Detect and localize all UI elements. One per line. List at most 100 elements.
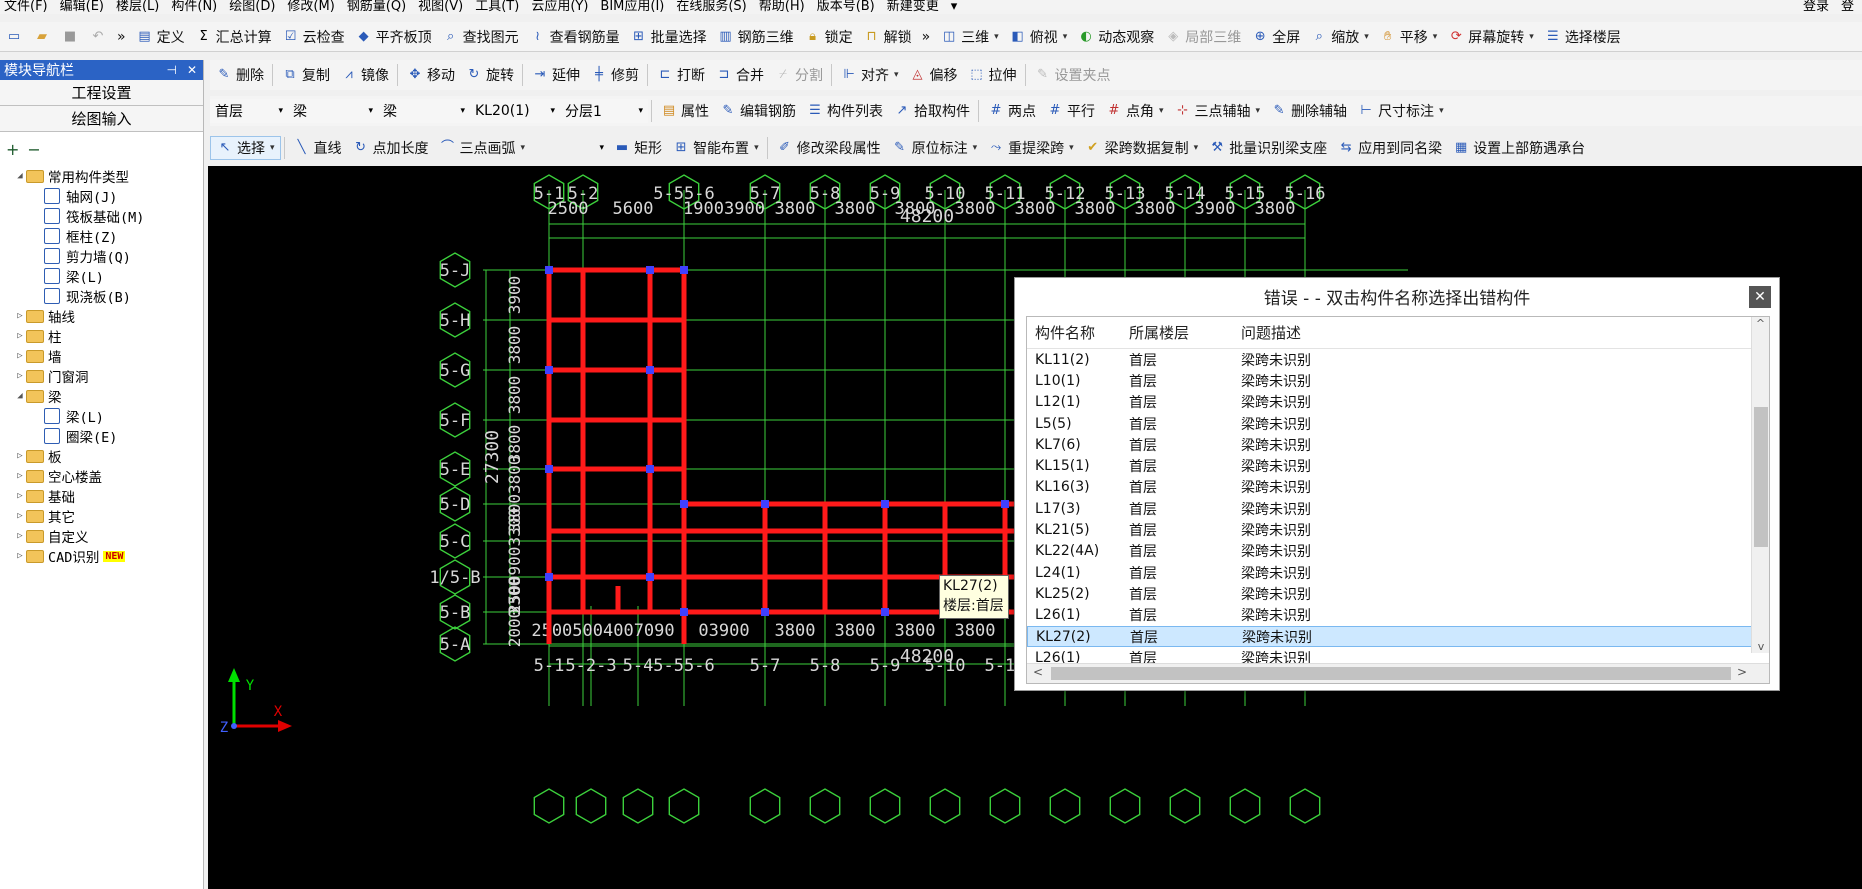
point-length-button[interactable]: ↻ 点加长度 [347,136,434,160]
tree-item[interactable]: 剪力墙(Q) [0,246,203,266]
scroll-down-icon[interactable]: v [1752,640,1769,653]
zoom-button[interactable]: ⌕ 缩放 ▾ [1305,25,1374,49]
header-description[interactable]: 问题描述 [1233,322,1769,343]
smart-layout-button[interactable]: ⊞ 智能布置 ▾ [667,136,764,160]
offset-button[interactable]: ◬ 偏移 [904,63,963,87]
define-button[interactable]: ▤ 定义 [131,25,190,49]
tree-item[interactable]: ▷ 基础 [0,486,203,506]
collapsed-icon[interactable]: ▷ [14,451,26,461]
new-file-button[interactable]: ▭ [0,25,28,49]
table-row[interactable]: L5(5) 首层 梁跨未识别 [1027,413,1769,434]
find-element-button[interactable]: ⌕ 查找图元 [437,25,524,49]
menu-bim[interactable]: BIM应用(I) [600,0,664,14]
table-row[interactable]: L12(1) 首层 梁跨未识别 [1027,392,1769,413]
layer-select[interactable]: 分层1 ▾ [560,99,648,123]
collapsed-icon[interactable]: ▷ [14,331,26,341]
dialog-close-button[interactable]: ✕ [1749,286,1771,308]
new-change-dropdown[interactable]: ▾ [951,0,958,14]
expanded-icon[interactable]: ◢ [14,171,26,181]
tree-item[interactable]: ▷ 板 [0,446,203,466]
move-button[interactable]: ✥ 移动 [401,63,460,87]
align-slab-button[interactable]: ◆ 平齐板顶 [350,25,437,49]
tree-item[interactable]: 梁(L) [0,406,203,426]
line-button[interactable]: ╲ 直线 [288,136,347,160]
header-component-name[interactable]: 构件名称 [1027,322,1121,343]
table-row[interactable]: KL22(4A) 首层 梁跨未识别 [1027,541,1769,562]
view-rebar-button[interactable]: ≀ 查看钢筋量 [524,25,625,49]
align-button[interactable]: ⊩ 对齐 ▾ [835,63,904,87]
summary-button[interactable]: Σ 汇总计算 [190,25,277,49]
rotate-button[interactable]: ↻ 旋转 [460,63,519,87]
rebar-3d-button[interactable]: ▥ 钢筋三维 [712,25,799,49]
table-row[interactable]: KL15(1) 首层 梁跨未识别 [1027,455,1769,476]
tree-item[interactable]: 框柱(Z) [0,226,203,246]
menu-floor[interactable]: 楼层(L) [116,0,159,14]
table-row[interactable]: L17(3) 首层 梁跨未识别 [1027,498,1769,519]
collapsed-icon[interactable]: ▷ [14,531,26,541]
apply-same-beam-button[interactable]: ⇆ 应用到同名梁 [1332,136,1447,160]
orbit-button[interactable]: ◐ 动态观察 [1072,25,1159,49]
close-icon[interactable]: ✕ [187,63,197,77]
undo-button[interactable]: ↶ [84,25,112,49]
table-row[interactable]: KL7(6) 首层 梁跨未识别 [1027,434,1769,455]
category-select[interactable]: 梁 ▾ [288,99,378,123]
expanded-icon[interactable]: ◢ [14,391,26,401]
tree-item[interactable]: 梁(L) [0,266,203,286]
project-settings-button[interactable]: 工程设置 [0,80,203,106]
collapsed-icon[interactable]: ▷ [14,491,26,501]
trim-button[interactable]: ╪ 修剪 [585,63,644,87]
menu-component[interactable]: 构件(N) [171,0,217,14]
table-row[interactable]: KL25(2) 首层 梁跨未识别 [1027,583,1769,604]
collapsed-icon[interactable]: ▷ [14,511,26,521]
tree-item[interactable]: 筏板基础(M) [0,206,203,226]
toolbar-more[interactable]: » [112,25,131,49]
tree-item[interactable]: 轴网(J) [0,186,203,206]
table-row[interactable]: L10(1) 首层 梁跨未识别 [1027,370,1769,391]
arc-option-select[interactable]: ▾ [530,136,608,160]
tree-item[interactable]: ▷ CAD识别 NEW [0,546,203,566]
component-list-button[interactable]: ☰ 构件列表 [801,99,888,123]
copy-span-data-button[interactable]: ✔ 梁跨数据复制 ▾ [1079,136,1204,160]
tree-item[interactable]: ▷ 柱 [0,326,203,346]
top-view-button[interactable]: ◧ 俯视 ▾ [1004,25,1073,49]
menu-edit[interactable]: 编辑(E) [60,0,104,14]
element-select[interactable]: KL20(1) ▾ [470,99,560,123]
extend-button[interactable]: ⇥ 延伸 [526,63,585,87]
menu-modify[interactable]: 修改(M) [287,0,334,14]
menu-file[interactable]: 文件(F) [4,0,48,14]
menu-view[interactable]: 视图(V) [418,0,463,14]
collapsed-icon[interactable]: ▷ [14,471,26,481]
three-point-axis-button[interactable]: ⊹ 三点辅轴 ▾ [1169,99,1266,123]
pan-button[interactable]: ✋︎ 平移 ▾ [1374,25,1443,49]
tree-item[interactable]: ◢ 梁 [0,386,203,406]
tree-item[interactable]: ◢ 常用构件类型 [0,166,203,186]
login-button[interactable]: 登录 [1803,0,1829,14]
edit-rebar-button[interactable]: ✎ 编辑钢筋 [714,99,801,123]
delete-button[interactable]: ✎ 删除 [210,63,269,87]
table-row[interactable]: KL27(2) 首层 梁跨未识别 [1027,625,1769,648]
tree-item[interactable]: ▷ 轴线 [0,306,203,326]
unlock-button[interactable]: ⊓ 解锁 [858,25,917,49]
table-row[interactable]: KL16(3) 首层 梁跨未识别 [1027,477,1769,498]
collapsed-icon[interactable]: ▷ [14,371,26,381]
local-3d-button[interactable]: ◈ 局部三维 [1159,25,1246,49]
menu-more[interactable]: 登 [1841,0,1854,14]
two-point-button[interactable]: # 两点 [982,99,1041,123]
pick-component-button[interactable]: ↗ 拾取构件 [888,99,975,123]
collapse-all-icon[interactable]: − [27,140,40,159]
copy-button[interactable]: ⧉ 复制 [276,63,335,87]
table-row[interactable]: KL21(5) 首层 梁跨未识别 [1027,519,1769,540]
3d-view-button[interactable]: ◫ 三维 ▾ [935,25,1004,49]
tree-item[interactable]: ▷ 门窗洞 [0,366,203,386]
vertical-scrollbar[interactable]: ^ v [1751,317,1769,653]
mirror-button[interactable]: ⩘ 镜像 [335,63,394,87]
break-button[interactable]: ⊏ 打断 [651,63,710,87]
batch-identify-support-button[interactable]: ⚒ 批量识别梁支座 [1203,136,1332,160]
cloud-check-button[interactable]: ☑ 云检查 [277,25,350,49]
tree-item[interactable]: ▷ 空心楼盖 [0,466,203,486]
select-floor-button[interactable]: ☰ 选择楼层 [1539,25,1626,49]
table-row[interactable]: L26(1) 首层 梁跨未识别 [1027,605,1769,626]
scroll-right-icon[interactable]: > [1737,665,1747,679]
delete-axis-button[interactable]: ✎ 删除辅轴 [1265,99,1352,123]
expand-all-icon[interactable]: + [6,140,19,159]
